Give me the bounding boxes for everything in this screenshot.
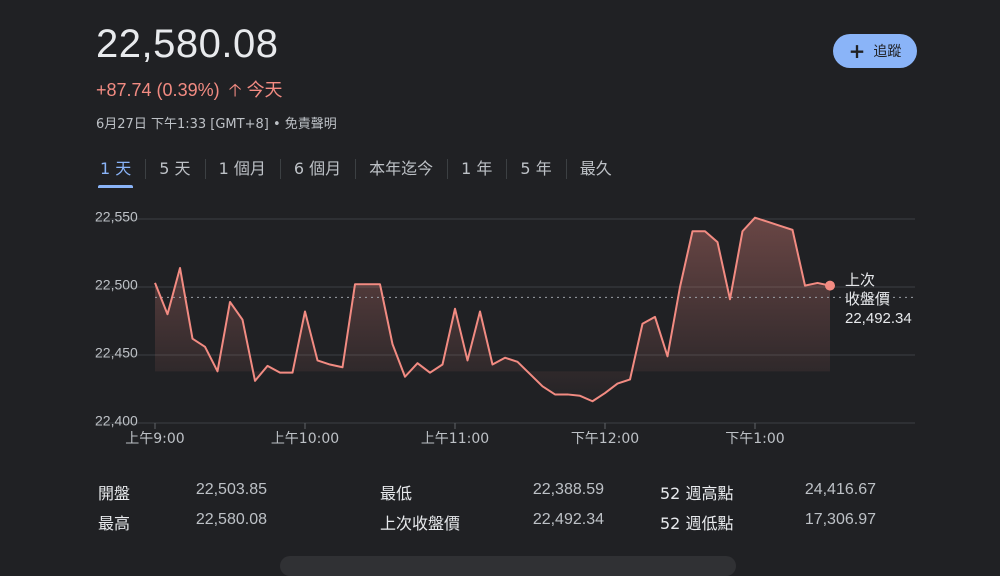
y-tick-label: 22,450 — [95, 345, 138, 361]
stat-value: 22,492.34 — [532, 511, 604, 528]
series-area — [155, 217, 830, 402]
previous-close-value: 22,492.34 — [845, 310, 912, 327]
current-point — [825, 280, 835, 291]
y-tick-label: 22,550 — [95, 209, 138, 225]
stat-label: 最低 — [380, 484, 413, 503]
x-tick-label: 下午1:00 — [725, 431, 784, 447]
stat-value: 22,388.59 — [532, 481, 604, 498]
bottom-bar — [280, 556, 736, 576]
previous-close-label: 上次 — [845, 271, 875, 289]
stat-value: 22,580.08 — [195, 511, 267, 528]
stat-label: 52 週高點 — [660, 484, 734, 503]
stat-label: 上次收盤價 — [380, 514, 461, 533]
x-tick-label: 上午10:00 — [271, 431, 339, 447]
stat-value: 22,503.85 — [195, 481, 267, 498]
x-tick-label: 上午9:00 — [125, 431, 184, 447]
stat-label: 開盤 — [98, 484, 131, 503]
y-tick-label: 22,400 — [95, 413, 138, 429]
previous-close-label: 收盤價 — [845, 290, 890, 308]
x-tick-label: 上午11:00 — [421, 431, 489, 447]
stat-value: 24,416.67 — [804, 481, 876, 498]
stat-label: 52 週低點 — [660, 514, 734, 533]
stat-value: 17,306.97 — [804, 511, 876, 528]
stat-label: 最高 — [98, 514, 131, 533]
x-tick-label: 下午12:00 — [571, 431, 639, 447]
y-tick-label: 22,500 — [95, 277, 138, 293]
